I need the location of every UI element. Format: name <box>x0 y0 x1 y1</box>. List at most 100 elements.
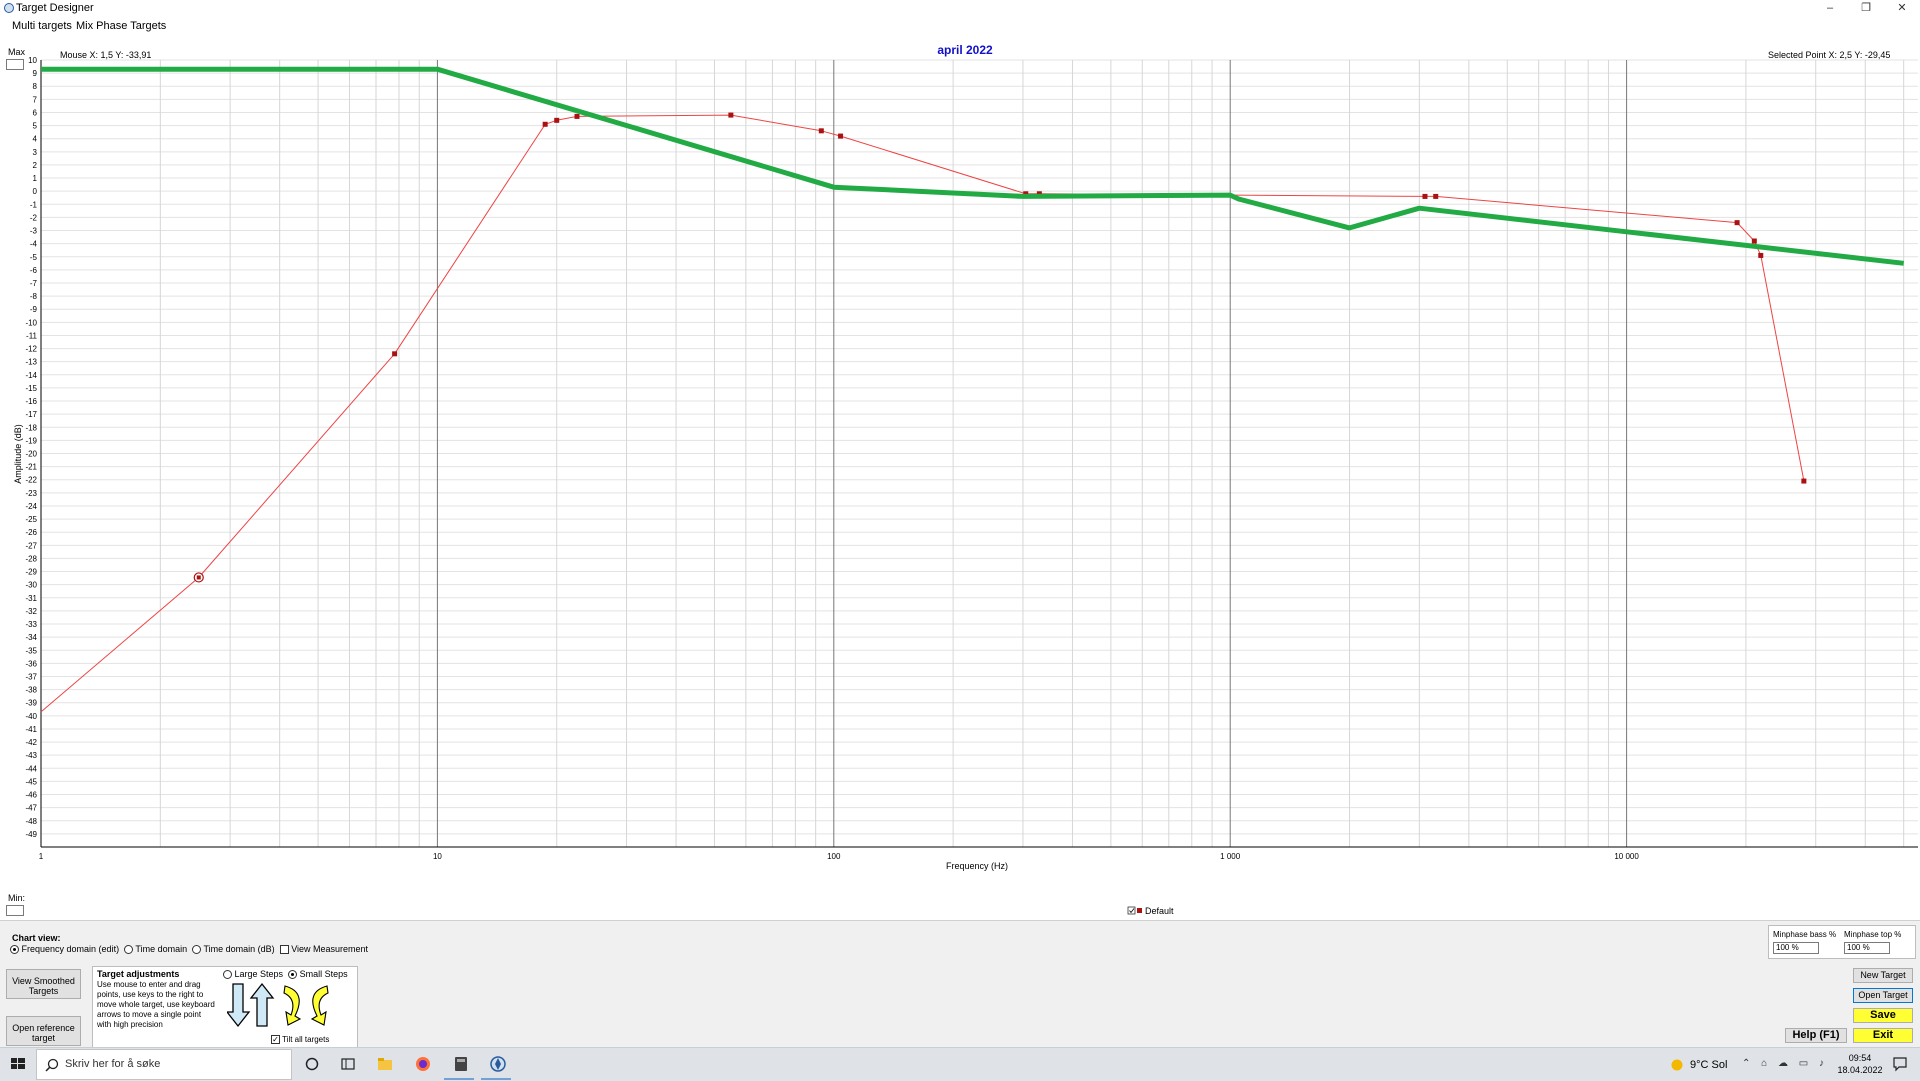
y-tick-label: -35 <box>25 646 37 655</box>
arrow-down-icon[interactable] <box>227 983 251 1028</box>
x-tick-label: 1 <box>39 852 44 861</box>
y-tick-label: -1 <box>30 200 38 209</box>
data-point <box>838 133 844 139</box>
y-tick-label: 0 <box>33 187 38 196</box>
y-tick-label: -41 <box>25 725 37 734</box>
y-tick-label: -42 <box>25 738 37 747</box>
y-tick-label: -11 <box>26 331 38 340</box>
file-explorer-icon[interactable] <box>375 1054 395 1074</box>
task-view-icon[interactable] <box>338 1054 358 1074</box>
y-tick-label: -17 <box>25 410 37 419</box>
chart-title: april 2022 <box>937 43 993 57</box>
y-tick-label: -33 <box>25 620 37 629</box>
view-smoothed-targets-button[interactable]: View Smoothed Targets <box>6 969 81 999</box>
notifications-icon[interactable] <box>1892 1056 1908 1072</box>
data-point <box>574 113 580 119</box>
legend: Default <box>1127 906 1174 916</box>
y-axis-label: Amplitude (dB) <box>13 424 23 484</box>
radio-frequency-domain[interactable] <box>10 945 19 955</box>
radio-time-domain-db[interactable] <box>192 945 202 955</box>
tilt-all-targets-checkbox[interactable]: ✓ <box>271 1035 280 1045</box>
arrow-up-icon[interactable] <box>249 982 275 1027</box>
y-tick-label: -44 <box>25 764 37 773</box>
tilt-down-icon[interactable] <box>283 985 302 1026</box>
tilt-up-icon[interactable] <box>310 985 329 1026</box>
tilt-all-targets: ✓ Tilt all targets <box>271 1035 329 1045</box>
clock-time[interactable]: 09:54 <box>1838 1053 1882 1063</box>
minphase-top-label: Minphase top % <box>1844 930 1902 939</box>
data-point <box>554 117 560 123</box>
weather-sun-icon[interactable] <box>1670 1058 1684 1072</box>
y-tick-label: -13 <box>25 358 37 367</box>
search-placeholder: Skriv her for å søke <box>65 1058 161 1070</box>
close-button[interactable]: ✕ <box>1884 0 1920 17</box>
open-reference-target-button[interactable]: Open reference target <box>6 1016 81 1046</box>
menu-multi-targets[interactable]: Multi targets <box>12 20 72 32</box>
chart-series <box>40 66 1904 713</box>
y-tick-label: -6 <box>30 266 38 275</box>
exit-button[interactable]: Exit <box>1853 1028 1913 1043</box>
y-tick-label: 5 <box>33 122 38 131</box>
view-measurement-checkbox[interactable] <box>279 945 289 955</box>
y-tick-label: -45 <box>25 777 37 786</box>
target-designer-taskbar-icon[interactable] <box>488 1054 508 1074</box>
new-target-button[interactable]: New Target <box>1853 968 1913 983</box>
firefox-icon[interactable] <box>413 1054 433 1074</box>
menu-mix-phase-targets[interactable]: Mix Phase Targets <box>76 20 166 32</box>
time-domain-label: Time domain <box>135 944 188 954</box>
x-axis-label: Frequency (Hz) <box>946 861 1008 871</box>
frequency-response-chart[interactable]: 109876543210-1-2-3-4-5-6-7-8-9-10-11-12-… <box>0 37 1920 920</box>
legend-checkbox[interactable] <box>1127 906 1136 915</box>
weather-text[interactable]: 9°C Sol <box>1690 1059 1727 1071</box>
windows-start-icon[interactable] <box>8 1054 28 1074</box>
y-tick-label: -47 <box>25 804 37 813</box>
search-box[interactable]: Skriv her for å søke <box>36 1049 292 1080</box>
data-point <box>1751 238 1757 244</box>
adjust-arrows <box>227 982 329 1028</box>
y-tick-label: -32 <box>25 607 37 616</box>
y-tick-label: -48 <box>25 817 37 826</box>
x-tick-label: 1 000 <box>1220 852 1241 861</box>
save-button[interactable]: Save <box>1853 1008 1913 1023</box>
legend-label: Default <box>1145 906 1174 916</box>
data-point <box>392 351 398 357</box>
legend-marker <box>1137 908 1142 913</box>
cortana-icon[interactable] <box>302 1054 322 1074</box>
y-tick-label: -24 <box>25 502 37 511</box>
x-tick-label: 100 <box>827 852 841 861</box>
y-tick-label: -2 <box>30 213 38 222</box>
y-tick-label: -8 <box>30 292 38 301</box>
data-point <box>196 575 201 580</box>
calculator-app-icon[interactable] <box>451 1054 471 1074</box>
x-tick-label: 10 <box>433 852 442 861</box>
y-tick-label: -19 <box>25 436 37 445</box>
y-tick-label: -23 <box>25 489 37 498</box>
control-panel: Chart view: Frequency domain (edit) Time… <box>0 920 1920 1049</box>
help-button[interactable]: Help (F1) <box>1785 1028 1847 1043</box>
y-tick-label: -20 <box>25 450 37 459</box>
window-title: Target Designer <box>16 2 94 14</box>
y-tick-label: 9 <box>33 69 38 78</box>
y-tick-label: 7 <box>33 95 38 104</box>
y-tick-label: 3 <box>33 148 38 157</box>
radio-large-steps[interactable] <box>223 970 232 980</box>
data-point <box>818 128 824 134</box>
minimize-button[interactable]: – <box>1812 0 1848 17</box>
y-tick-label: -43 <box>25 751 37 760</box>
y-tick-label: -9 <box>30 305 38 314</box>
minphase-bass-input[interactable]: 100 % <box>1773 942 1819 954</box>
radio-small-steps[interactable] <box>288 970 298 980</box>
data-point <box>1801 478 1807 484</box>
y-tick-label: 4 <box>33 135 38 144</box>
data-point <box>1422 193 1428 199</box>
open-target-button[interactable]: Open Target <box>1853 988 1913 1003</box>
y-tick-label: 1 <box>33 174 38 183</box>
y-tick-label: -25 <box>25 515 37 524</box>
y-tick-label: -5 <box>30 253 38 262</box>
restore-button[interactable]: ❐ <box>1848 0 1884 17</box>
clock-date[interactable]: 18.04.2022 <box>1833 1065 1887 1075</box>
system-tray-icons[interactable]: ⌃ ⌂ ☁ ▭ ♪ <box>1742 1058 1828 1069</box>
minphase-top-input[interactable]: 100 % <box>1844 942 1890 954</box>
y-tick-label: -46 <box>25 791 37 800</box>
radio-time-domain[interactable] <box>124 945 134 955</box>
